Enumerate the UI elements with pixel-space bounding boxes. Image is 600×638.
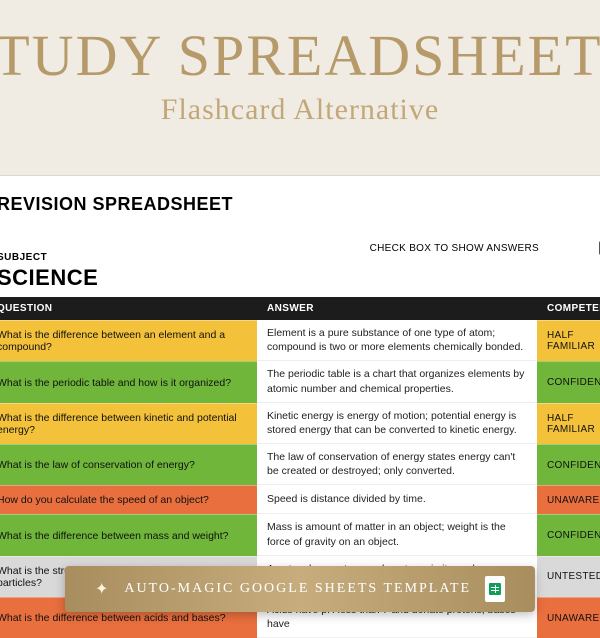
table-header: QUESTION ANSWER COMPETENCY bbox=[0, 297, 600, 320]
answer-cell[interactable]: Speed is distance divided by time. bbox=[257, 485, 537, 514]
sparkle-icon: ✦ bbox=[95, 579, 110, 599]
competency-cell[interactable]: HALF FAMILIAR bbox=[537, 403, 600, 444]
meta-row: SUBJECT CHECK BOX TO SHOW ANSWERS bbox=[0, 241, 600, 263]
question-cell[interactable]: What is the difference between kinetic a… bbox=[0, 403, 257, 444]
table-row: What is the difference between mass and … bbox=[0, 514, 600, 555]
answer-cell[interactable]: The law of conservation of energy states… bbox=[257, 444, 537, 485]
competency-cell[interactable]: HALF FAMILIAR bbox=[537, 320, 600, 361]
footer-text: AUTO-MAGIC GOOGLE SHEETS TEMPLATE bbox=[124, 581, 471, 597]
competency-cell[interactable]: UNAWARE bbox=[537, 597, 600, 638]
question-cell[interactable]: What is the difference between an elemen… bbox=[0, 320, 257, 361]
competency-cell[interactable]: UNTESTED bbox=[537, 556, 600, 597]
google-sheets-icon bbox=[485, 576, 505, 602]
hero-title: STUDY SPREADSHEET bbox=[0, 22, 600, 89]
answer-cell[interactable]: Element is a pure substance of one type … bbox=[257, 320, 537, 361]
hero-subtitle: Flashcard Alternative bbox=[0, 93, 600, 127]
header-competency: COMPETENCY bbox=[537, 297, 600, 320]
table-row: What is the law of conservation of energ… bbox=[0, 444, 600, 485]
competency-cell[interactable]: CONFIDENT bbox=[537, 361, 600, 402]
competency-cell[interactable]: CONFIDENT bbox=[537, 444, 600, 485]
revision-title: REVISION SPREADSHEET bbox=[0, 194, 600, 215]
table-row: What is the difference between kinetic a… bbox=[0, 403, 600, 444]
table-row: What is the periodic table and how is it… bbox=[0, 361, 600, 402]
answer-cell[interactable]: Kinetic energy is energy of motion; pote… bbox=[257, 403, 537, 444]
competency-cell[interactable]: UNAWARE bbox=[537, 485, 600, 514]
table-row: How do you calculate the speed of an obj… bbox=[0, 485, 600, 514]
question-cell[interactable]: What is the difference between mass and … bbox=[0, 514, 257, 555]
footer-banner: ✦ AUTO-MAGIC GOOGLE SHEETS TEMPLATE bbox=[65, 566, 535, 612]
table-row: What is the difference between an elemen… bbox=[0, 320, 600, 361]
subject-value: SCIENCE bbox=[0, 265, 600, 291]
answer-cell[interactable]: Mass is amount of matter in an object; w… bbox=[257, 514, 537, 555]
question-cell[interactable]: What is the law of conservation of energ… bbox=[0, 444, 257, 485]
header-answer: ANSWER bbox=[257, 297, 537, 320]
show-answers-label: CHECK BOX TO SHOW ANSWERS bbox=[370, 243, 539, 254]
subject-label: SUBJECT bbox=[0, 252, 47, 263]
header-question: QUESTION bbox=[0, 297, 257, 320]
question-cell[interactable]: How do you calculate the speed of an obj… bbox=[0, 485, 257, 514]
answer-cell[interactable]: The periodic table is a chart that organ… bbox=[257, 361, 537, 402]
question-cell[interactable]: What is the periodic table and how is it… bbox=[0, 361, 257, 402]
spreadsheet-preview: REVISION SPREADSHEET SUBJECT CHECK BOX T… bbox=[0, 175, 600, 565]
competency-cell[interactable]: CONFIDENT bbox=[537, 514, 600, 555]
